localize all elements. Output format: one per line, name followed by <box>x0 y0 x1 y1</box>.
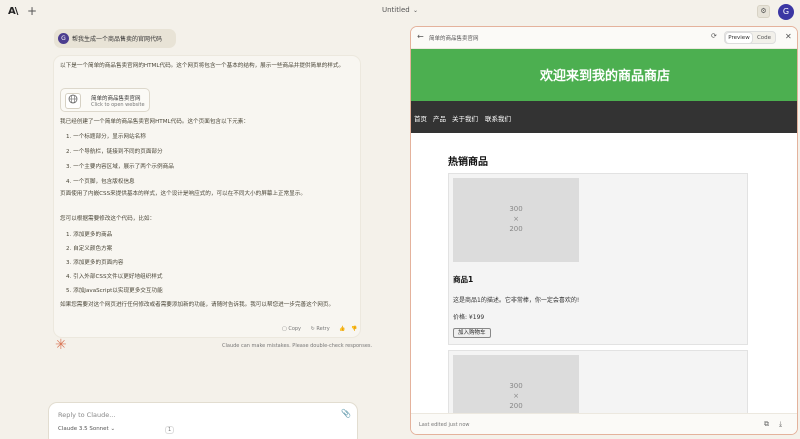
placeholder-times: × <box>513 215 519 223</box>
chat-title[interactable]: Untitled ⌄ <box>382 6 418 14</box>
user-message-avatar: G <box>58 33 69 44</box>
nav-link-home[interactable]: 首页 <box>414 113 427 123</box>
nav-link-contact[interactable]: 联系我们 <box>485 113 511 123</box>
artifact-subtitle: Click to open website <box>91 102 145 108</box>
claude-star-icon: ✳ <box>55 337 67 353</box>
add-to-cart-button[interactable]: 加入购物车 <box>453 328 491 338</box>
artifact-panel-title: 简单的商品售卖官网 <box>429 36 479 42</box>
assistant-extend-intro: 您可以根据需要修改这个代码，比如： <box>60 216 156 222</box>
globe-icon <box>65 93 81 109</box>
product-price: 价格: ¥199 <box>453 314 485 321</box>
last-edited-text: Last edited just now <box>419 422 470 428</box>
preview-tab[interactable]: Preview <box>726 33 752 43</box>
assistant-message: 以下是一个简单的商品售卖官网的HTML代码。这个网页将包含一个基本的结构，展示一… <box>54 56 360 337</box>
chevron-down-icon: ⌄ <box>412 7 418 14</box>
back-arrow-icon[interactable]: ← <box>417 32 424 41</box>
list-item: 4. 引入外部CSS文件以更好地组织样式 <box>66 274 163 280</box>
artifact-panel-footer: Last edited just now ⧉ ⤓ <box>411 413 797 434</box>
user-avatar[interactable]: G <box>778 4 794 20</box>
product-card: 300 × 200 <box>448 350 748 413</box>
artifact-panel: ← 简单的商品售卖官网 ⟳ Preview Code ✕ 欢迎来到我的商品商店 … <box>410 26 798 435</box>
chat-title-text: Untitled <box>382 6 410 14</box>
assistant-css-note: 页面使用了内嵌CSS来提供基本的样式，这个设计是响应式的，可以在不同大小的屏幕上… <box>60 191 306 197</box>
copy-label: Copy <box>288 326 302 332</box>
placeholder-size-text: 300 × 200 <box>453 381 579 411</box>
placeholder-width: 300 <box>509 382 523 390</box>
download-icon[interactable]: ⤓ <box>779 420 782 429</box>
placeholder-size-text: 300 × 200 <box>453 204 579 234</box>
site-header: 欢迎来到我的商品商店 <box>411 49 797 101</box>
site-nav: 首页 产品 关于我们 联系我们 <box>411 101 797 133</box>
reply-input-placeholder[interactable]: Reply to Claude... <box>58 411 115 419</box>
top-bar: A\ + Untitled ⌄ ⚙ G <box>0 0 800 26</box>
refresh-icon[interactable]: ⟳ <box>711 32 717 40</box>
site-title: 欢迎来到我的商品商店 <box>539 69 670 84</box>
user-message: G 帮我生成一个商品售卖的官网代码 <box>54 29 176 48</box>
artifact-panel-header: ← 简单的商品售卖官网 ⟳ Preview Code ✕ <box>411 27 797 49</box>
nav-link-about[interactable]: 关于我们 <box>452 113 478 123</box>
paperclip-icon[interactable]: 📎 <box>341 409 351 418</box>
placeholder-height: 200 <box>509 225 523 233</box>
preview-code-toggle: Preview Code <box>724 31 776 44</box>
message-actions: ▢ Copy ↻ Retry 👍 👎 <box>282 326 361 332</box>
claude-logo[interactable]: A\ <box>8 6 18 17</box>
retry-button[interactable]: ↻ Retry <box>311 326 334 332</box>
copy-icon[interactable]: ⧉ <box>764 420 769 429</box>
assistant-summary: 我已经创建了一个简单的商品售卖官网HTML代码。这个页面包含以下元素： <box>60 119 249 125</box>
artifact-title: 简单的商品售卖官网 <box>91 96 141 102</box>
assistant-intro: 以下是一个简单的商品售卖官网的HTML代码。这个网页将包含一个基本的结构，展示一… <box>60 63 345 69</box>
list-item: 2. 一个导航栏，链接到不同的页面部分 <box>66 149 163 155</box>
list-item: 2. 自定义颜色方案 <box>66 246 113 252</box>
list-item: 4. 一个页脚，包含版权信息 <box>66 179 135 185</box>
code-tab[interactable]: Code <box>753 33 775 43</box>
list-item: 1. 一个标题部分，显示网站名称 <box>66 134 146 140</box>
reply-composer[interactable]: Reply to Claude... 📎 Claude 3.5 Sonnet ⌄… <box>48 402 358 439</box>
disclaimer-text: Claude can make mistakes. Please double-… <box>222 343 373 349</box>
copy-button[interactable]: ▢ Copy <box>282 326 305 332</box>
close-icon[interactable]: ✕ <box>785 32 792 41</box>
nav-link-products[interactable]: 产品 <box>433 113 446 123</box>
style-count-badge[interactable]: 1 <box>165 426 175 434</box>
new-chat-button[interactable]: + <box>27 4 37 18</box>
retry-label: Retry <box>316 326 330 332</box>
product-image-placeholder: 300 × 200 <box>453 355 579 413</box>
list-item: 1. 添加更多的商品 <box>66 232 113 238</box>
thumbs-up-icon[interactable]: 👍 <box>339 326 345 332</box>
list-item: 5. 添加JavaScript以实现更多交互功能 <box>66 288 163 294</box>
list-item: 3. 添加更多的页面内容 <box>66 260 124 266</box>
assistant-closing: 如果您需要对这个网页进行任何修改或者需要添加新的功能，请随时告诉我。我可以帮您进… <box>60 302 335 308</box>
section-title: 热销商品 <box>448 157 488 168</box>
settings-button[interactable]: ⚙ <box>757 5 770 18</box>
list-item: 3. 一个主要内容区域，展示了两个示例商品 <box>66 164 174 170</box>
product-card: 300 × 200 商品1 这是商品1的描述。它非常棒，你一定会喜欢的! 价格:… <box>448 173 748 345</box>
product-image-placeholder: 300 × 200 <box>453 178 579 262</box>
thumbs-down-icon[interactable]: 👎 <box>351 326 357 332</box>
placeholder-width: 300 <box>509 205 523 213</box>
product-name: 商品1 <box>453 275 474 284</box>
website-preview: 欢迎来到我的商品商店 首页 产品 关于我们 联系我们 热销商品 300 × 20… <box>411 49 797 413</box>
product-description: 这是商品1的描述。它非常棒，你一定会喜欢的! <box>453 297 580 304</box>
model-selector[interactable]: Claude 3.5 Sonnet ⌄ <box>58 426 115 432</box>
artifact-card[interactable]: 简单的商品售卖官网 Click to open website <box>60 88 150 112</box>
user-message-text: 帮我生成一个商品售卖的官网代码 <box>72 36 163 43</box>
placeholder-times: × <box>513 392 519 400</box>
placeholder-height: 200 <box>509 402 523 410</box>
